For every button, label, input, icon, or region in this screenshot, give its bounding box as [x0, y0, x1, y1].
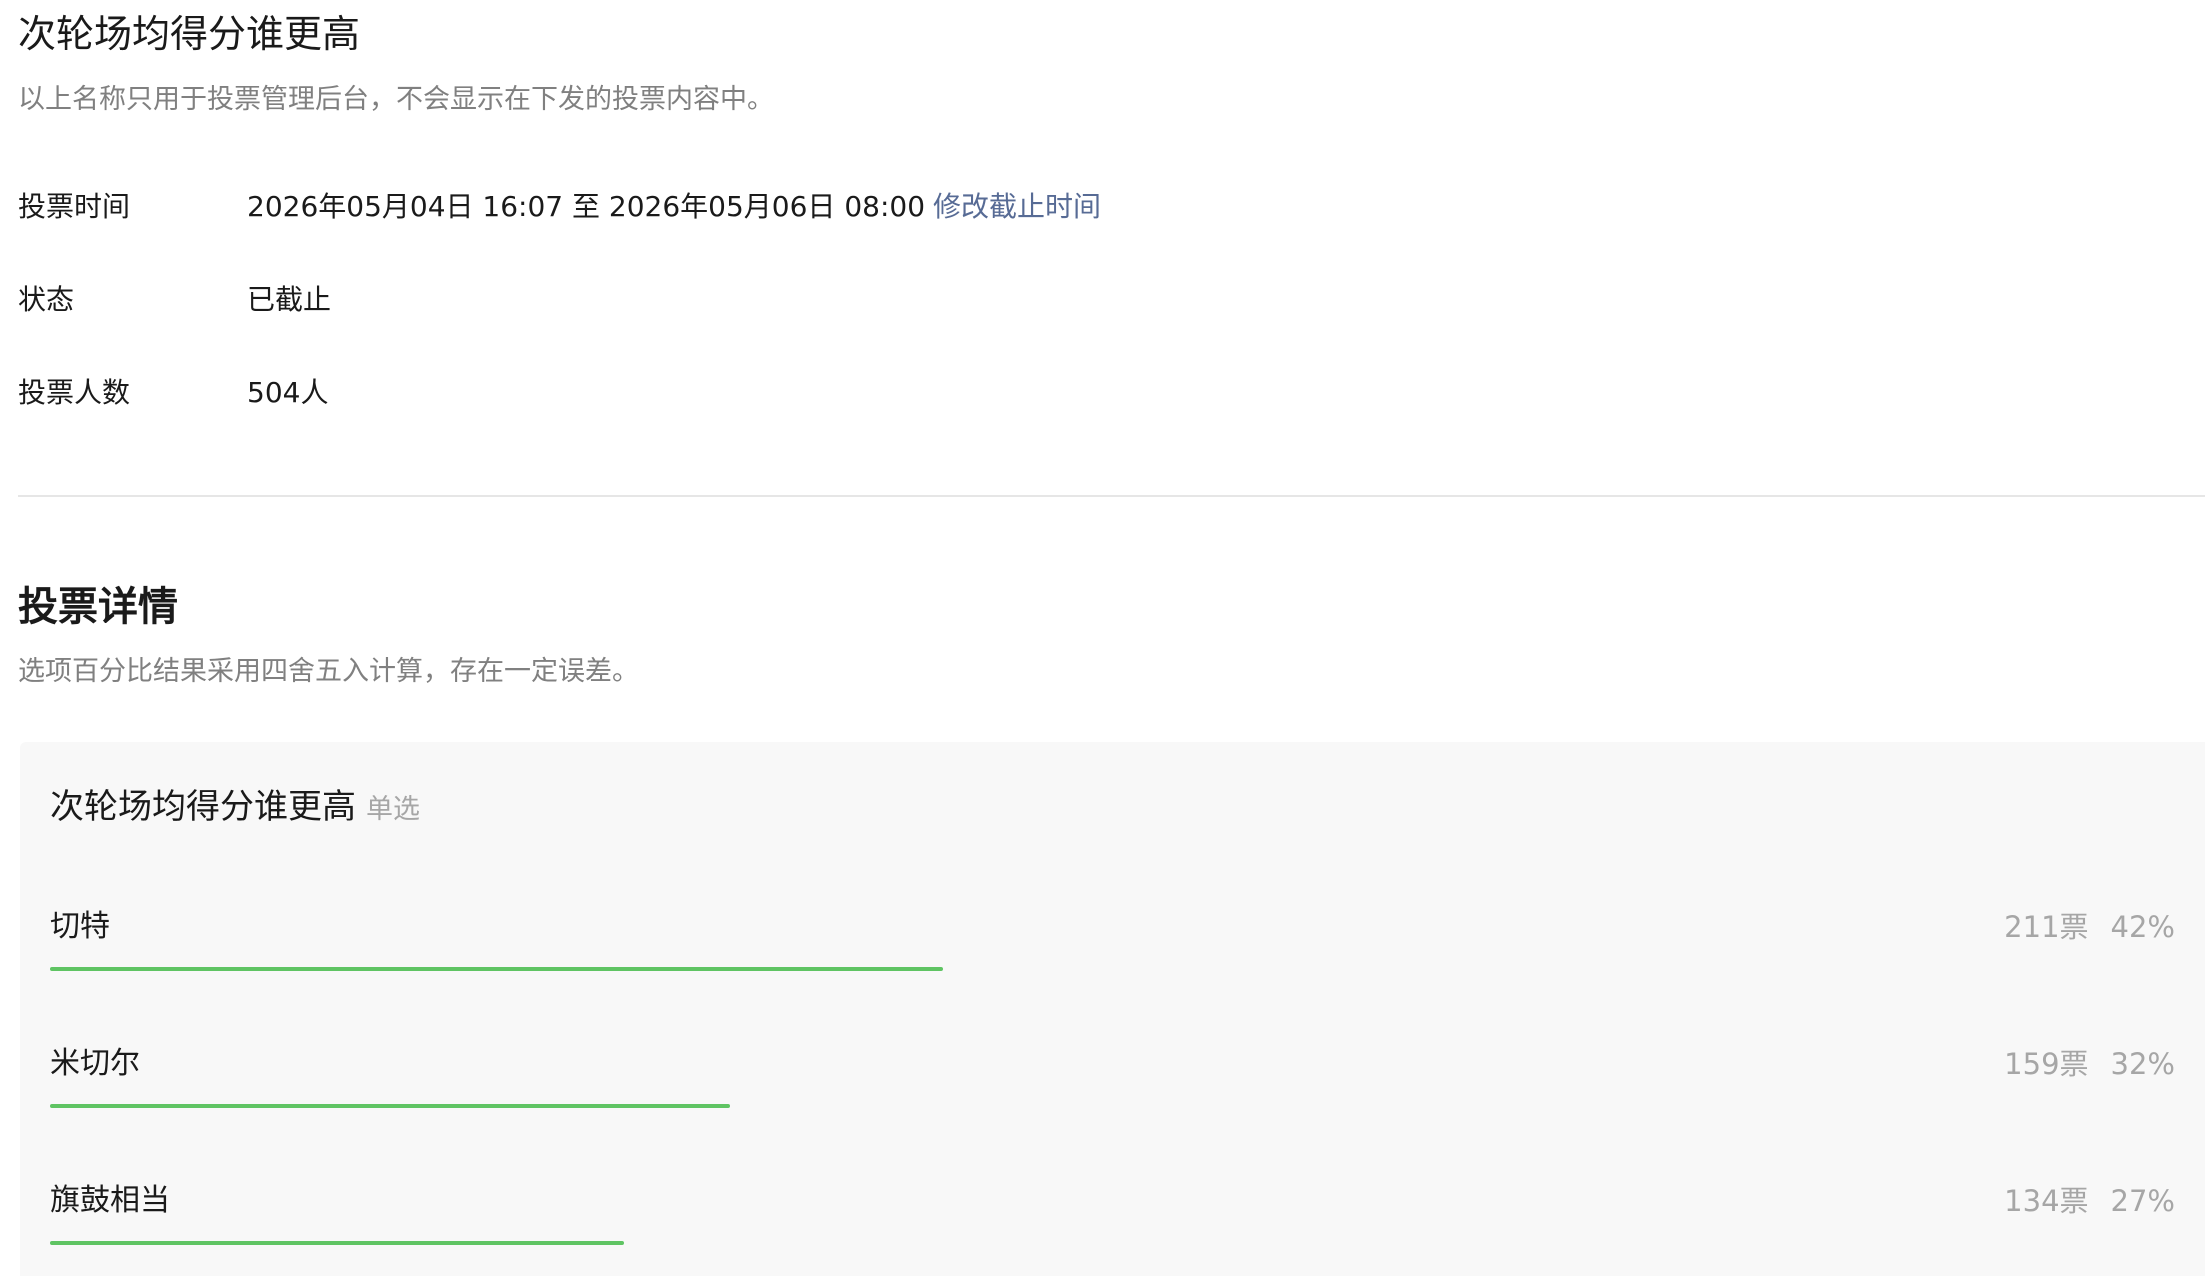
option-stats: 159票 32%: [2004, 1039, 2175, 1089]
page-subtitle: 以上名称只用于投票管理后台，不会显示在下发的投票内容中。: [18, 84, 774, 115]
option-label: 旗鼓相当: [50, 1183, 170, 1218]
option-stats: 211票 42%: [2004, 902, 2175, 952]
question-title: 次轮场均得分谁更高 单选: [50, 782, 420, 835]
page-title: 次轮场均得分谁更高: [18, 12, 361, 56]
option-bar-fill: [50, 967, 943, 971]
option-stats: 134票 27%: [2004, 1176, 2175, 1226]
info-row-time: 投票时间 2026年05月04日 16:07 至 2026年05月06日 08:…: [18, 182, 2118, 232]
option-percent: 27%: [2110, 1184, 2175, 1218]
details-subtitle: 选项百分比结果采用四舍五入计算，存在一定误差。: [18, 656, 639, 687]
status-label: 状态: [18, 283, 75, 316]
modify-deadline-link[interactable]: 修改截止时间: [933, 190, 1101, 223]
option-bar-track: [50, 967, 2175, 971]
option-bar-fill: [50, 1241, 624, 1245]
option-votes: 159票: [2004, 1047, 2089, 1081]
section-divider: [18, 495, 2205, 497]
voters-label: 投票人数: [18, 376, 131, 409]
status-value: 已截止: [247, 283, 332, 316]
question-type: 单选: [366, 794, 420, 825]
option-percent: 42%: [2110, 910, 2175, 944]
option-votes: 134票: [2004, 1184, 2089, 1218]
option-votes: 211票: [2004, 910, 2089, 944]
vote-result-card: 次轮场均得分谁更高 单选 切特 211票 42% 米切尔 159票 32% 旗鼓相当 …: [20, 742, 2205, 1276]
vote-admin-page: 次轮场均得分谁更高 以上名称只用于投票管理后台，不会显示在下发的投票内容中。 投…: [0, 0, 2205, 1276]
option-row: 米切尔 159票 32%: [50, 1039, 2175, 1149]
info-row-voters: 投票人数 504人: [18, 368, 2118, 418]
option-row: 切特 211票 42%: [50, 902, 2175, 1012]
option-row: 旗鼓相当 134票 27%: [50, 1176, 2175, 1286]
info-row-status: 状态 已截止: [18, 275, 2118, 325]
option-bar-fill: [50, 1104, 730, 1108]
voters-value: 504人: [247, 376, 329, 409]
time-label: 投票时间: [18, 190, 131, 223]
option-bar-track: [50, 1241, 2175, 1245]
option-percent: 32%: [2110, 1047, 2175, 1081]
option-label: 切特: [50, 909, 110, 944]
option-label: 米切尔: [50, 1046, 140, 1081]
time-value: 2026年05月04日 16:07 至 2026年05月06日 08:00 修改截…: [247, 182, 1101, 232]
option-bar-track: [50, 1104, 2175, 1108]
time-range: 2026年05月04日 16:07 至 2026年05月06日 08:00: [247, 190, 926, 223]
question-text: 次轮场均得分谁更高: [50, 787, 356, 827]
details-title: 投票详情: [18, 584, 178, 630]
